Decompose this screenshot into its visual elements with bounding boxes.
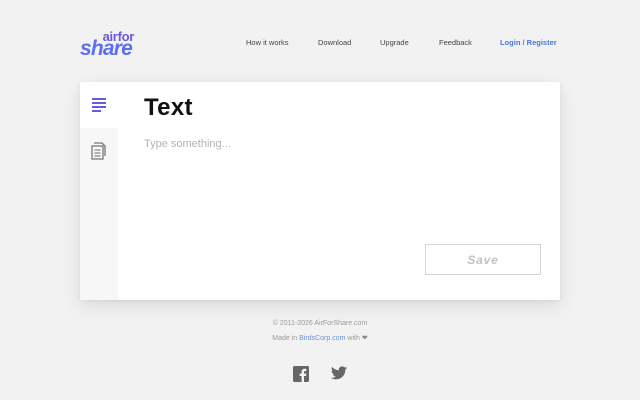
facebook-icon xyxy=(293,366,309,382)
twitter-link[interactable] xyxy=(331,366,347,385)
sidebar-item-text[interactable] xyxy=(80,82,118,128)
page-title: Text xyxy=(144,94,193,121)
share-card: Text Save xyxy=(80,82,560,300)
save-button[interactable]: Save xyxy=(425,244,541,275)
top-nav: How it works Download Upgrade Feedback L… xyxy=(0,38,640,50)
nav-feedback[interactable]: Feedback xyxy=(439,38,472,47)
header: airfor share How it works Download Upgra… xyxy=(0,0,640,80)
footer-copyright: © 2011-2026 AirForShare.com xyxy=(272,320,368,327)
nav-login-register[interactable]: Login / Register xyxy=(500,38,557,47)
nav-upgrade[interactable]: Upgrade xyxy=(380,38,409,47)
document-icon xyxy=(91,142,106,160)
footer-made-in-suffix: with xyxy=(347,335,360,342)
nav-how-it-works[interactable]: How it works xyxy=(246,38,289,47)
footer-made-in-prefix: Made in xyxy=(272,335,298,342)
footer-made-in: Made in BirdsCorp.com with ❤ xyxy=(0,334,640,342)
text-input[interactable] xyxy=(144,138,534,228)
sidebar-item-files[interactable] xyxy=(80,128,118,174)
footer-birdscorp-link[interactable]: BirdsCorp.com xyxy=(299,335,345,342)
text-lines-icon xyxy=(92,98,106,112)
nav-download[interactable]: Download xyxy=(318,38,351,47)
twitter-icon xyxy=(331,366,347,380)
heart-icon: ❤ xyxy=(361,335,368,342)
facebook-link[interactable] xyxy=(293,366,309,387)
mode-sidebar xyxy=(80,82,118,300)
